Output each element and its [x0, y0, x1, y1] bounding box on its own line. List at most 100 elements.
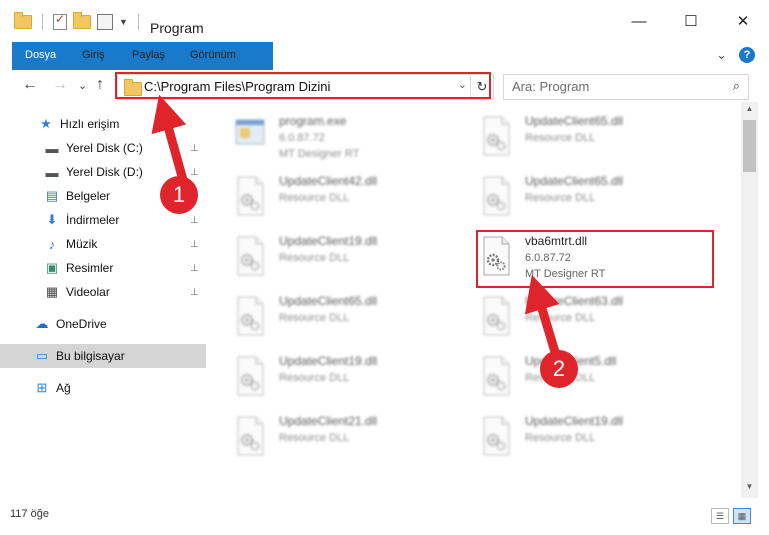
- dll-file-icon: [483, 176, 510, 216]
- file-name: UpdateClient65.dll: [525, 174, 624, 188]
- explorer-window: ▼ Program — ☐ ✕ Dosya Giriş Paylaş Görün…: [0, 0, 769, 535]
- file-name: UpdateClient65.dll: [279, 294, 378, 308]
- pin-icon[interactable]: ⊥: [190, 215, 199, 226]
- dll-file-icon: [237, 236, 264, 276]
- file-item[interactable]: UpdateClient19.dll Resource DLL: [232, 230, 467, 288]
- sidebar-item[interactable]: ⊞ Ağ: [0, 376, 206, 400]
- help-icon[interactable]: ?: [739, 47, 755, 63]
- tab-view[interactable]: Görünüm: [180, 42, 246, 68]
- file-name: UpdateClient65.dll: [525, 114, 624, 128]
- recent-locations-button[interactable]: ⌄: [78, 79, 87, 92]
- dll-file-icon: [237, 356, 264, 396]
- file-item[interactable]: UpdateClient65.dll Resource DLL: [478, 170, 713, 228]
- file-name: program.exe: [279, 114, 347, 128]
- file-item[interactable]: UpdateClient63.dll Resource DLL: [478, 290, 713, 348]
- file-description: Resource DLL: [525, 132, 596, 144]
- details-view-icon[interactable]: ☰: [711, 508, 729, 524]
- sidebar-item-label: Yerel Disk (D:): [66, 165, 143, 179]
- scroll-down-icon[interactable]: ▼: [741, 482, 758, 496]
- file-description: MT Designer RT: [279, 148, 360, 160]
- tab-home[interactable]: Giriş: [72, 42, 115, 68]
- sidebar-item[interactable]: ▭ Bu bilgisayar: [0, 344, 206, 368]
- new-folder-icon[interactable]: [73, 12, 91, 29]
- maximize-button[interactable]: ☐: [665, 0, 717, 42]
- sidebar-item[interactable]: ▦ Videolar ⊥: [0, 280, 206, 304]
- properties-check-icon[interactable]: [53, 12, 67, 30]
- file-item[interactable]: UpdateClient42.dll Resource DLL: [232, 170, 467, 228]
- status-bar: 117 öğe ☰ ▦: [0, 498, 769, 535]
- vertical-scrollbar[interactable]: ▲ ▼: [741, 102, 758, 498]
- file-list: program.exe 6.0.87.72 MT Designer RT Update…: [206, 102, 740, 498]
- sidebar-item[interactable]: ★ Hızlı erişim: [0, 112, 206, 136]
- video-icon: ▦: [45, 284, 59, 299]
- dll-file-icon: [483, 116, 510, 156]
- scroll-up-icon[interactable]: ▲: [741, 104, 758, 118]
- customize-icon[interactable]: [97, 14, 113, 30]
- network-icon: ⊞: [36, 380, 48, 395]
- exe-file-icon: [235, 119, 265, 145]
- sidebar-item[interactable]: ▬ Yerel Disk (C:) ⊥: [0, 136, 206, 160]
- pin-icon[interactable]: ⊥: [190, 263, 199, 274]
- back-button[interactable]: ←: [22, 76, 38, 94]
- close-button[interactable]: ✕: [717, 0, 769, 42]
- file-description: Resource DLL: [279, 192, 350, 204]
- file-item[interactable]: UpdateClient65.dll Resource DLL: [478, 110, 713, 168]
- file-name: UpdateClient63.dll: [525, 294, 624, 308]
- star-icon: ★: [40, 116, 52, 131]
- item-count: 117 öğe: [10, 508, 49, 520]
- sidebar-item-label: Müzik: [66, 237, 98, 251]
- large-icons-view-icon[interactable]: ▦: [733, 508, 751, 524]
- sidebar-item[interactable]: ♪ Müzik ⊥: [0, 232, 206, 256]
- dll-file-icon: [237, 176, 264, 216]
- up-button[interactable]: ↑: [96, 76, 104, 94]
- sidebar-item[interactable]: ▣ Resimler ⊥: [0, 256, 206, 280]
- file-item[interactable]: UpdateClient21.dll Resource DLL: [232, 410, 467, 468]
- ribbon-tabs: Dosya Giriş Paylaş Görünüm ⌄ ?: [0, 42, 769, 100]
- scroll-thumb[interactable]: [743, 120, 756, 172]
- divider: [42, 14, 43, 30]
- file-item[interactable]: UpdateClient65.dll Resource DLL: [232, 290, 467, 348]
- navigation-pane: ★ Hızlı erişim ▬ Yerel Disk (C:) ⊥ ▬ Yerel Dis…: [0, 102, 206, 498]
- file-name: UpdateClient19.dll: [279, 234, 378, 248]
- file-item[interactable]: UpdateClient19.dll Resource DLL: [478, 410, 713, 468]
- drive-icon: ▬: [45, 140, 59, 156]
- tab-share[interactable]: Paylaş: [122, 42, 175, 68]
- file-description: Resource DLL: [279, 312, 350, 324]
- search-input[interactable]: Ara: Program ⌕: [503, 74, 749, 100]
- expand-ribbon-icon[interactable]: ⌄: [716, 47, 727, 63]
- pin-icon[interactable]: ⊥: [190, 167, 199, 178]
- forward-button[interactable]: →: [52, 76, 68, 94]
- music-icon: ♪: [48, 236, 56, 252]
- search-icon[interactable]: ⌕: [733, 78, 740, 94]
- step-1-badge: 1: [160, 176, 198, 214]
- pin-icon[interactable]: ⊥: [190, 239, 199, 250]
- dll-file-icon: [483, 356, 510, 396]
- sidebar-item-label: Hızlı erişim: [60, 117, 120, 131]
- sidebar-item-label: OneDrive: [56, 317, 107, 331]
- window-controls: — ☐ ✕: [613, 0, 769, 42]
- pin-icon[interactable]: ⊥: [190, 143, 199, 154]
- file-item[interactable]: UpdateClient5.dllResource DLL: [478, 350, 713, 408]
- pin-icon[interactable]: ⊥: [190, 287, 199, 298]
- file-description: Resource DLL: [279, 432, 350, 444]
- file-item[interactable]: UpdateClient19.dll Resource DLL: [232, 350, 467, 408]
- file-description: Resource DLL: [279, 372, 350, 384]
- sidebar-item-label: Resimler: [66, 261, 114, 275]
- qat-dropdown-icon[interactable]: ▼: [119, 17, 128, 27]
- search-placeholder: Ara: Program: [512, 79, 590, 94]
- download-icon: ⬇: [46, 212, 58, 227]
- file-description: Resource DLL: [525, 312, 596, 324]
- address-highlight: [115, 72, 491, 99]
- file-name: UpdateClient19.dll: [279, 354, 378, 368]
- quick-access-toolbar: ▼: [14, 12, 143, 30]
- file-highlight: [476, 230, 714, 288]
- documents-icon: ▤: [45, 188, 59, 203]
- title-bar: ▼ Program — ☐ ✕: [0, 0, 769, 42]
- minimize-button[interactable]: —: [613, 0, 665, 42]
- dll-file-icon: [483, 416, 510, 456]
- file-item[interactable]: program.exe 6.0.87.72 MT Designer RT: [232, 110, 467, 168]
- sidebar-item-label: Yerel Disk (C:): [66, 141, 143, 155]
- sidebar-item-label: Belgeler: [66, 189, 111, 203]
- file-description: Resource DLL: [279, 252, 350, 264]
- sidebar-item[interactable]: ☁ OneDrive: [0, 312, 206, 336]
